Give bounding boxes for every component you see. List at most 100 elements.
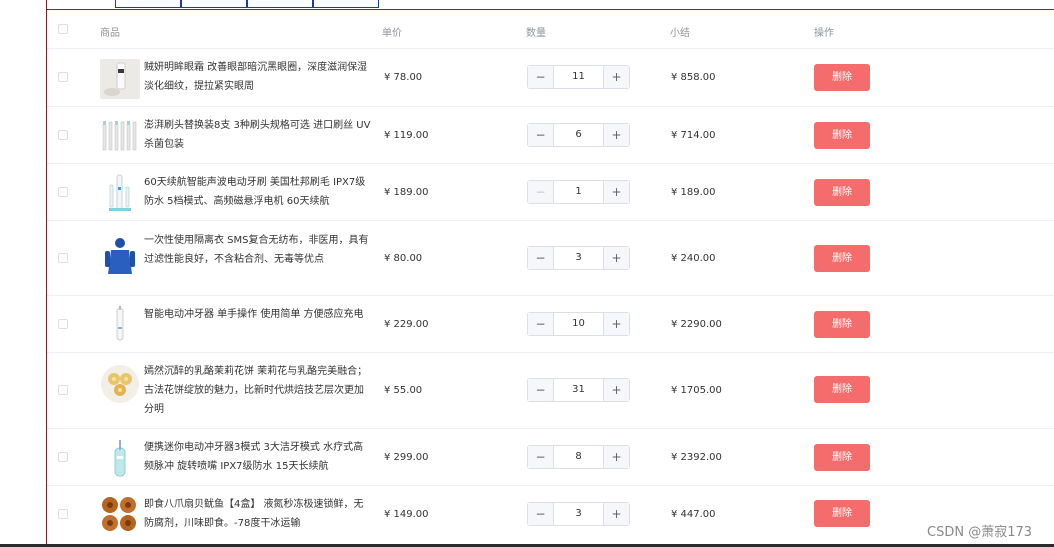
unit-price: ¥ 78.00 — [384, 72, 423, 83]
quantity-input[interactable]: 3 — [554, 503, 603, 525]
increase-button[interactable]: + — [603, 181, 629, 203]
decrease-button[interactable]: − — [528, 124, 554, 146]
subtotal: ¥ 2290.00 — [671, 319, 722, 330]
decrease-button[interactable]: − — [528, 446, 554, 468]
top-tab-1[interactable] — [115, 0, 181, 8]
product-name: 60天续航智能声波电动牙刷 美国杜邦刷毛 IPX7级防水 5档模式、高频磁悬浮电… — [144, 177, 366, 207]
product-name: 一次性使用隔离衣 SMS复合无纺布，非医用，具有过滤性能良好，不含粘合剂、无毒等… — [144, 235, 369, 265]
quantity-input[interactable]: 1 — [554, 181, 603, 203]
top-tab-3[interactable] — [247, 0, 313, 8]
header-subtotal: 小结 — [670, 28, 690, 39]
decrease-button[interactable]: − — [528, 503, 554, 525]
quantity-stepper: − 31 + — [527, 378, 630, 402]
table-row: 60天续航智能声波电动牙刷 美国杜邦刷毛 IPX7级防水 5档模式、高频磁悬浮电… — [47, 164, 1054, 221]
increase-button[interactable]: + — [603, 124, 629, 146]
decrease-button[interactable]: − — [528, 181, 554, 203]
product-name: 智能电动冲牙器 单手操作 使用简单 方便感应充电 — [144, 309, 364, 320]
delete-button[interactable]: 删除 — [814, 311, 870, 338]
row-checkbox[interactable] — [58, 319, 68, 329]
increase-button[interactable]: + — [603, 446, 629, 468]
product-name: 便携迷你电动冲牙器3模式 3大洁牙模式 水疗式高频脉冲 旋转喷嘴 IPX7级防水… — [144, 442, 364, 472]
quantity-stepper: − 3 + — [527, 502, 630, 526]
product-image-brush-heads — [100, 116, 140, 156]
quantity-input[interactable]: 10 — [554, 313, 603, 335]
unit-price: ¥ 299.00 — [384, 452, 429, 463]
subtotal: ¥ 447.00 — [671, 509, 716, 520]
unit-price: ¥ 229.00 — [384, 319, 429, 330]
row-checkbox[interactable] — [58, 72, 68, 82]
quantity-stepper: − 8 + — [527, 445, 630, 469]
delete-button[interactable]: 删除 — [814, 64, 870, 91]
product-image-water-flosser — [100, 305, 140, 345]
subtotal: ¥ 240.00 — [671, 253, 716, 264]
table-row: 一次性使用隔离衣 SMS复合无纺布，非医用，具有过滤性能良好，不含粘合剂、无毒等… — [47, 221, 1054, 296]
delete-button[interactable]: 删除 — [814, 122, 870, 149]
header-quantity: 数量 — [526, 28, 546, 39]
subtotal: ¥ 1705.00 — [671, 385, 722, 396]
unit-price: ¥ 189.00 — [384, 187, 429, 198]
increase-button[interactable]: + — [603, 66, 629, 88]
subtotal: ¥ 189.00 — [671, 187, 716, 198]
quantity-input[interactable]: 3 — [554, 247, 603, 269]
table-row: 即食八爪扇贝鱿鱼【4盒】 液氮秒冻极速锁鲜，无防腐剂，川味即食。-78度干冰运输… — [47, 486, 1054, 544]
quantity-stepper: − 10 + — [527, 312, 630, 336]
increase-button[interactable]: + — [603, 503, 629, 525]
quantity-input[interactable]: 6 — [554, 124, 603, 146]
product-name: 贼妍明眸眼霜 改善眼部暗沉黑眼圈，深度滋润保湿淡化细纹，提拉紧实眼周 — [144, 62, 368, 92]
row-checkbox[interactable] — [58, 385, 68, 395]
table-row: 贼妍明眸眼霜 改善眼部暗沉黑眼圈，深度滋润保湿淡化细纹，提拉紧实眼周 ¥ 78.… — [47, 49, 1054, 107]
header-actions: 操作 — [814, 28, 834, 39]
header-product: 商品 — [100, 28, 120, 39]
product-image-seafood-boxes — [100, 495, 140, 535]
watermark: CSDN @萧寂173 — [927, 525, 1033, 540]
decrease-button[interactable]: − — [528, 247, 554, 269]
row-checkbox[interactable] — [58, 130, 68, 140]
unit-price: ¥ 149.00 — [384, 509, 429, 520]
product-name: 即食八爪扇贝鱿鱼【4盒】 液氮秒冻极速锁鲜，无防腐剂，川味即食。-78度干冰运输 — [144, 499, 364, 529]
decrease-button[interactable]: − — [528, 379, 554, 401]
quantity-stepper: − 3 + — [527, 246, 630, 270]
quantity-input[interactable]: 31 — [554, 379, 603, 401]
select-all-checkbox[interactable] — [58, 24, 68, 34]
row-checkbox[interactable] — [58, 187, 68, 197]
cart-table: 商品 单价 数量 小结 操作 贼妍明眸眼霜 改善眼部暗沉黑眼圈，深度滋润保湿淡化… — [47, 10, 1054, 544]
subtotal: ¥ 858.00 — [671, 72, 716, 83]
product-image-mini-flosser — [100, 438, 140, 478]
header-unit-price: 单价 — [382, 28, 402, 39]
unit-price: ¥ 55.00 — [384, 385, 423, 396]
decrease-button[interactable]: − — [528, 66, 554, 88]
subtotal: ¥ 2392.00 — [671, 452, 722, 463]
row-checkbox[interactable] — [58, 452, 68, 462]
delete-button[interactable]: 删除 — [814, 245, 870, 272]
top-tab-2[interactable] — [181, 0, 247, 8]
delete-button[interactable]: 删除 — [814, 179, 870, 206]
table-row: 嫣然沉醉的乳酪茉莉花饼 茉莉花与乳酪完美融合；古法花饼绽放的魅力，比新时代烘焙技… — [47, 353, 1054, 429]
unit-price: ¥ 80.00 — [384, 253, 423, 264]
quantity-input[interactable]: 8 — [554, 446, 603, 468]
row-checkbox[interactable] — [58, 509, 68, 519]
subtotal: ¥ 714.00 — [671, 130, 716, 141]
quantity-input[interactable]: 11 — [554, 66, 603, 88]
decrease-button[interactable]: − — [528, 313, 554, 335]
product-image-flower-cakes — [100, 364, 140, 404]
product-name: 嫣然沉醉的乳酪茉莉花饼 茉莉花与乳酪完美融合；古法花饼绽放的魅力，比新时代烘焙技… — [144, 366, 368, 415]
quantity-stepper: − 6 + — [527, 123, 630, 147]
delete-button[interactable]: 删除 — [814, 376, 870, 403]
top-tab-strip — [115, 0, 379, 9]
table-row: 澎湃刷头替换装8支 3种刷头规格可选 进口刷丝 UV杀菌包装 ¥ 119.00 … — [47, 107, 1054, 164]
quantity-stepper: − 1 + — [527, 180, 630, 204]
increase-button[interactable]: + — [603, 379, 629, 401]
unit-price: ¥ 119.00 — [384, 130, 429, 141]
increase-button[interactable]: + — [603, 313, 629, 335]
product-name: 澎湃刷头替换装8支 3种刷头规格可选 进口刷丝 UV杀菌包装 — [144, 120, 371, 150]
delete-button[interactable]: 删除 — [814, 444, 870, 471]
quantity-stepper: − 11 + — [527, 65, 630, 89]
table-header: 商品 单价 数量 小结 操作 — [47, 10, 1054, 49]
table-row: 便携迷你电动冲牙器3模式 3大洁牙模式 水疗式高频脉冲 旋转喷嘴 IPX7级防水… — [47, 429, 1054, 486]
delete-button[interactable]: 删除 — [814, 500, 870, 527]
product-image-electric-toothbrush — [100, 173, 140, 213]
top-tab-4[interactable] — [313, 0, 379, 8]
product-image-eye-cream — [100, 59, 140, 99]
increase-button[interactable]: + — [603, 247, 629, 269]
row-checkbox[interactable] — [58, 253, 68, 263]
